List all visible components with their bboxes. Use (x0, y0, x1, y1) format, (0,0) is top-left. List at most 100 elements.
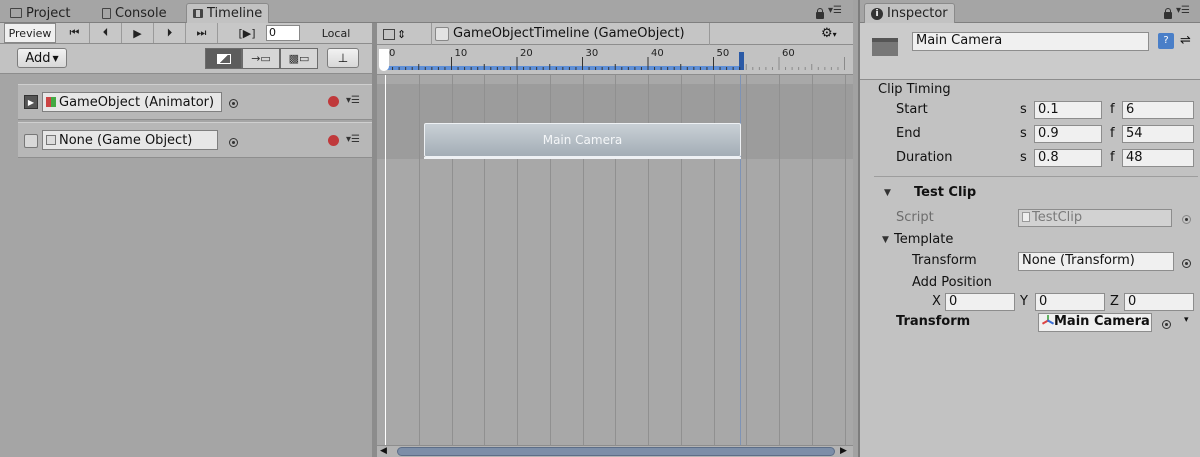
view-options-button[interactable]: ⇕ (383, 25, 417, 43)
template-transform-field[interactable]: None (Transform) (1018, 252, 1174, 271)
scroll-right-icon[interactable]: ▶ (840, 446, 847, 456)
gameobject-icon (46, 135, 56, 145)
go-to-start-button[interactable]: ⏮ (60, 23, 90, 43)
object-picker-icon[interactable] (229, 97, 238, 112)
step-forward-icon: ⏵ (166, 26, 173, 39)
breadcrumb[interactable]: GameObjectTimeline (GameObject) (435, 26, 685, 41)
pin-button[interactable]: ⊥ (327, 48, 359, 68)
x-label: X (932, 294, 941, 309)
grid-line (845, 75, 846, 445)
updown-icon: ⇕ (397, 27, 407, 41)
horizontal-scrollbar[interactable]: ◀ ▶ (377, 445, 853, 457)
end-f-label: f (1110, 126, 1115, 141)
add-button[interactable]: Add ▼ (17, 48, 67, 68)
dropdown-arrow-icon[interactable]: ▾ (1184, 315, 1189, 325)
edit-mode-replace-button[interactable]: ▩▭ (280, 48, 318, 69)
ruler-svg: 0 10 20 30 40 50 60 (385, 48, 845, 70)
timeline-clip[interactable]: Main Camera (424, 123, 741, 157)
track-menu-icon[interactable]: ▾☰ (346, 134, 360, 145)
animator-icon (46, 97, 56, 107)
ripple-icon: →▭ (251, 52, 271, 65)
object-name-field[interactable]: Main Camera (912, 32, 1149, 51)
edit-mode-mix-button[interactable] (205, 48, 242, 69)
ruler-label: 10 (455, 48, 468, 59)
header-divider (709, 23, 710, 45)
script-icon (1022, 212, 1030, 222)
playhead-line (385, 75, 386, 445)
pin-icon: ⊥ (337, 51, 349, 65)
start-f-label: f (1110, 102, 1115, 117)
tab-timeline[interactable]: Timeline (186, 3, 270, 23)
start-frames-field[interactable]: 6 (1122, 101, 1194, 119)
clip-underline (424, 157, 741, 159)
window-icon (383, 28, 395, 40)
position-x-field[interactable]: 0 (945, 293, 1015, 311)
lock-icon[interactable] (1164, 7, 1172, 22)
play-icon: ▶ (133, 26, 142, 40)
object-picker-icon[interactable] (229, 136, 238, 151)
play-range-bar (387, 66, 741, 70)
next-frame-button[interactable]: ⏵ (154, 23, 186, 43)
duration-frames-field[interactable]: 48 (1122, 149, 1194, 167)
timeline-icon (193, 9, 203, 18)
position-y-field[interactable]: 0 (1035, 293, 1105, 311)
record-icon[interactable] (328, 135, 339, 150)
transform-field[interactable]: Main Camera (1038, 313, 1152, 332)
start-label: Start (896, 102, 928, 117)
scrollbar-thumb[interactable] (397, 447, 835, 456)
position-z-field[interactable]: 0 (1124, 293, 1194, 311)
play-range-button[interactable]: [▶] (232, 23, 262, 43)
settings-icon[interactable]: ⇌ (1180, 33, 1191, 48)
track-canvas[interactable]: Main Camera (377, 75, 853, 445)
script-label: Script (896, 210, 934, 225)
gameobject-binding-field[interactable]: None (Game Object) (42, 130, 218, 150)
tab-console[interactable]: Console (96, 3, 173, 23)
inspector-tab-strip: i Inspector ▾☰ (860, 0, 1200, 23)
ruler-label: 50 (717, 48, 730, 59)
frame-input[interactable]: 0 (266, 25, 300, 41)
scroll-left-icon[interactable]: ◀ (380, 446, 387, 456)
cube-icon (24, 134, 38, 148)
local-button[interactable]: Local (316, 23, 356, 43)
record-icon[interactable] (328, 96, 339, 111)
ruler-label: 60 (782, 48, 795, 59)
transform-axes-icon (1041, 315, 1055, 327)
lock-icon[interactable] (816, 7, 824, 22)
window-menu-icon[interactable]: ▾☰ (1176, 5, 1190, 16)
animator-binding-field[interactable]: GameObject (Animator) (42, 92, 222, 112)
y-label: Y (1020, 294, 1028, 309)
grid-line (779, 75, 780, 445)
end-frames-field[interactable]: 54 (1122, 125, 1194, 143)
play-button[interactable]: ▶ (122, 23, 154, 43)
foldout-expanded-icon[interactable]: ▼ (882, 235, 889, 245)
playhead-handle[interactable] (379, 49, 389, 71)
track-menu-icon[interactable]: ▾☰ (346, 95, 360, 106)
window-menu-icon[interactable]: ▾☰ (828, 5, 842, 16)
object-picker-icon[interactable] (1182, 257, 1191, 272)
go-to-end-button[interactable]: ⏭ (186, 23, 218, 43)
dropdown-arrow-icon: ▼ (52, 53, 59, 63)
start-s-label: s (1020, 102, 1027, 117)
grid-line (812, 75, 813, 445)
tab-inspector[interactable]: i Inspector (864, 3, 955, 23)
start-seconds-field[interactable]: 0.1 (1034, 101, 1102, 119)
duration-seconds-field[interactable]: 0.8 (1034, 149, 1102, 167)
add-position-label: Add Position (912, 275, 992, 290)
settings-gear-icon[interactable]: ⚙▾ (821, 26, 837, 41)
end-seconds-field[interactable]: 0.9 (1034, 125, 1102, 143)
preview-button[interactable]: Preview (4, 23, 56, 43)
header-divider (431, 23, 432, 45)
animation-track[interactable]: ▶ GameObject (Animator) ▾☰ (18, 84, 372, 120)
object-picker-icon[interactable] (1162, 318, 1171, 333)
control-track[interactable]: None (Game Object) ▾☰ (18, 122, 372, 158)
previous-frame-button[interactable]: ⏴ (90, 23, 122, 43)
help-icon[interactable]: ? (1158, 33, 1174, 49)
foldout-expanded-icon[interactable]: ▼ (884, 188, 891, 198)
edit-mode-ripple-button[interactable]: →▭ (242, 48, 280, 69)
time-ruler[interactable]: 0 10 20 30 40 50 60 (377, 45, 853, 75)
tab-strip: Project Console Timeline ▾☰ (0, 0, 853, 23)
folder-icon (10, 8, 22, 18)
skip-start-icon: ⏮ (69, 26, 80, 39)
inspector-window: i Inspector ▾☰ Main Camera ? ⇌ Clip Timi… (858, 0, 1200, 457)
tab-project[interactable]: Project (4, 3, 76, 23)
